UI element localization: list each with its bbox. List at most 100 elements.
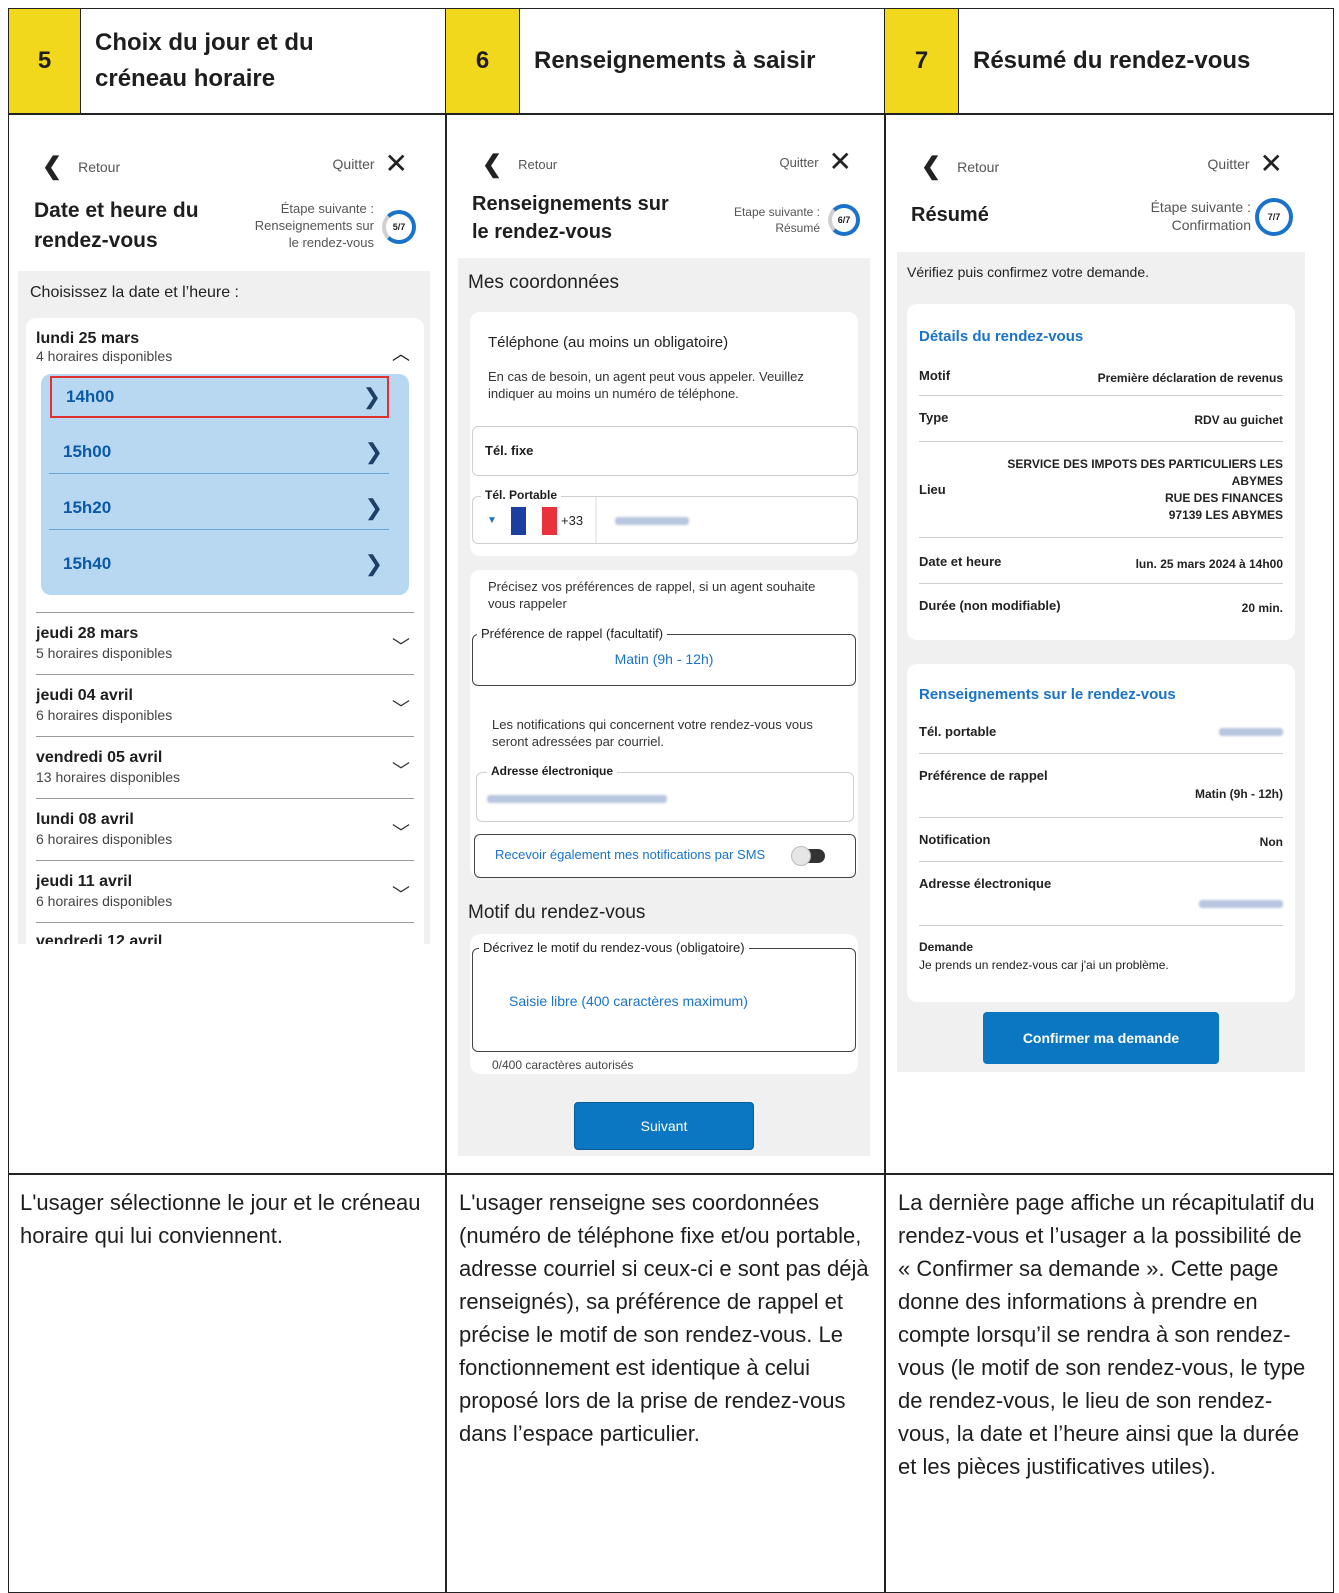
back-label: Retour [518,157,558,172]
quit-button[interactable]: Quitter ✕ [1208,150,1283,178]
slot-time: 14h00 [66,387,115,406]
sms-toggle-switch[interactable] [791,846,825,866]
detail-row: Motif Première déclaration de revenus [919,358,1283,396]
page-title-line: le rendez-vous [472,221,613,243]
email-value [1199,900,1283,908]
day-availability: 13 horaires disponibles [36,769,180,785]
day-availability: 6 horaires disponibles [36,707,173,723]
next-step-info: Étape suivante : Confirmation [1151,198,1251,234]
country-code: +33 [561,513,584,528]
screen-contact-info: ❮ Retour Quitter ✕ Renseignements sur le… [458,128,870,1156]
quit-button[interactable]: Quitter ✕ [333,150,408,178]
day-name: jeudi 11 avril [36,873,133,890]
back-button[interactable]: ❮ Retour [482,150,557,179]
phone-number-value [1219,728,1283,736]
chevron-right-icon: ❯ [364,494,383,520]
next-step-info: Étape suivante : Renseignements sur le r… [255,200,374,251]
demande-label: Demande [919,940,974,954]
step-title: Résumé du rendez-vous [973,47,1251,74]
detail-row: Date et heure lun. 25 mars 2024 à 14h00 [919,538,1283,584]
callback-value: Matin (9h - 12h) [614,651,714,667]
day-name: lundi 08 avril [36,811,134,828]
chevron-right-icon: ❯ [364,551,383,576]
day-availability: 5 horaires disponibles [36,645,173,661]
day-row[interactable]: vendredi 12 avril [36,922,414,944]
sms-toggle-row[interactable]: Recevoir également mes notifications par… [474,834,856,878]
page-title: Résumé [911,204,989,226]
france-flag-icon [511,507,557,535]
day-row[interactable]: jeudi 11 avril 6 horaires disponibles ﹀ [36,860,414,922]
page-title-line: rendez-vous [34,229,158,252]
time-slot[interactable]: 15h40 ❯ [49,542,389,586]
day-row[interactable]: vendredi 05 avril 13 horaires disponible… [36,736,414,798]
progress-ring: 5/7 [382,210,416,244]
progress-ring: 6/7 [828,204,860,236]
time-slot[interactable]: 15h00 ❯ [49,430,389,474]
callback-select[interactable]: Préférence de rappel (facultatif) Matin … [472,626,856,686]
screen-date-selection: ❮ Retour Quitter ✕ Date et heure du rend… [18,128,430,944]
detail-key: Date et heure [919,554,1002,569]
day-row[interactable]: jeudi 28 mars 5 horaires disponibles ﹀ [36,612,414,674]
screen-header: ❮ Retour Quitter ✕ Renseignements sur le… [458,128,870,258]
next-step-label: Etape suivante : [733,205,820,219]
time-slot-selected[interactable]: 14h00 ❯ [50,376,389,418]
description-step-5: L'usager sélectionne le jour et le créne… [20,1190,421,1248]
callback-help: Précisez vos préférences de rappel, si u… [488,579,816,611]
next-button[interactable]: Suivant [574,1102,754,1150]
chevron-right-icon: ❯ [362,384,381,409]
dropdown-caret-icon[interactable]: ▼ [487,515,497,526]
chevron-down-icon: ﹀ [392,699,410,719]
day-name: jeudi 28 mars [36,625,139,642]
info-key: Préférence de rappel [919,768,1048,783]
page-title: Renseignements sur le rendez-vous [472,190,669,246]
description-step-6: L'usager renseigne ses coordonnées (numé… [459,1190,869,1446]
next-step-label: Étape suivante : [1150,199,1251,215]
detail-key: Motif [919,368,951,383]
row-divider [9,113,1333,115]
next-step-name: Renseignements sur [254,218,374,233]
row-divider [9,1173,1333,1175]
chevron-down-icon: ﹀ [392,823,410,843]
preferences-card: Précisez vos préférences de rappel, si u… [470,570,858,878]
column-divider [445,9,447,1592]
next-step-name: Résumé [775,221,820,235]
phone-heading: Téléphone (au moins un obligatoire) [488,334,729,351]
step-title-line: Choix du jour et du [95,29,314,56]
demande-text: Je prends un rendez-vous car j'ai un pro… [919,958,1169,972]
chevron-left-icon: ❮ [921,153,942,180]
chevron-down-icon: ﹀ [392,885,410,905]
back-button[interactable]: ❮ Retour [921,152,999,181]
next-step-name: Confirmation [1171,217,1251,233]
day-name: jeudi 04 avril [36,687,133,704]
detail-row: Type RDV au guichet [919,396,1283,442]
tel-portable-field[interactable]: Tél. Portable ▼ +33 [472,488,858,544]
back-button[interactable]: ❮ Retour [42,152,120,181]
summary-intro: Vérifiez puis confirmez votre demande. [907,264,1149,280]
detail-row: Lieu SERVICE DES IMPOTS DES PARTICULIERS… [919,442,1283,538]
detail-value: lun. 25 mars 2024 à 14h00 [1135,557,1283,571]
info-row: Notification Non [919,818,1283,862]
progress-ring: 7/7 [1255,198,1293,236]
day-row[interactable]: jeudi 04 avril 6 horaires disponibles ﹀ [36,674,414,736]
page-title: Date et heure du rendez-vous [34,196,199,256]
phone-help: En cas de besoin, un agent peut vous app… [488,369,804,401]
step-number: 5 [9,9,81,113]
email-field[interactable]: Adresse électronique [476,764,854,822]
step-title-line: créneau horaire [95,65,276,92]
day-row[interactable]: lundi 08 avril 6 horaires disponibles ﹀ [36,798,414,860]
day-name: vendredi 12 avril [36,933,163,944]
detail-value: SERVICE DES IMPOTS DES PARTICULIERS LES … [1007,457,1283,522]
notification-help: Les notifications qui concernent votre r… [492,717,813,749]
confirm-button[interactable]: Confirmer ma demande [983,1012,1219,1064]
quit-button[interactable]: Quitter ✕ [780,148,852,176]
details-heading: Détails du rendez-vous [919,328,1084,345]
motif-label: Décrivez le motif du rendez-vous (obliga… [479,940,749,955]
chevron-down-icon: ﹀ [392,637,410,657]
tel-fixe-field[interactable]: Tél. fixe [472,426,858,476]
phone-number-value [615,517,689,525]
motif-textarea[interactable]: Décrivez le motif du rendez-vous (obliga… [472,940,856,1052]
description-step-7: La dernière page affiche un récapitulati… [898,1190,1315,1479]
email-value [487,795,667,803]
slot-time: 15h40 [63,554,112,573]
time-slot[interactable]: 15h20 ❯ [49,486,389,530]
